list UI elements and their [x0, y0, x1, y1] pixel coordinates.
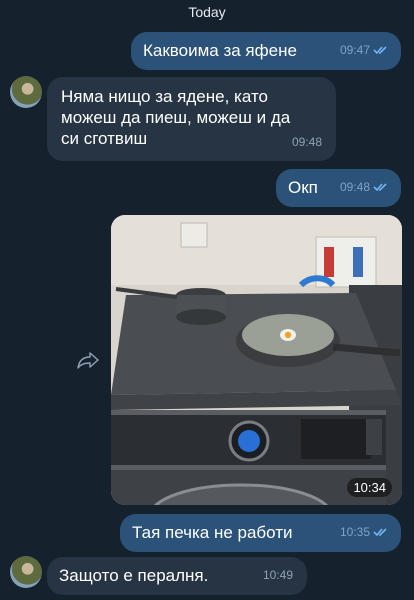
message-time: 09:47	[339, 43, 370, 57]
date-separator: Today	[188, 4, 226, 20]
message-meta: 09:48	[340, 177, 389, 198]
message-meta: 09:47	[340, 40, 389, 61]
avatar[interactable]	[10, 76, 42, 108]
message-outgoing[interactable]: Каквоима за яфене 09:47	[131, 32, 401, 70]
message-text: Защото е пералня.	[59, 566, 209, 585]
message-outgoing[interactable]: Тая печка не работи 10:35	[120, 514, 401, 552]
double-check-icon	[373, 183, 387, 192]
photo-message[interactable]: 10:34	[111, 215, 402, 505]
message-time: 10:35	[339, 525, 370, 539]
message-text: Окп	[288, 178, 318, 197]
message-time: 09:48	[291, 135, 322, 149]
message-time: 10:34	[347, 478, 392, 497]
share-icon[interactable]	[76, 350, 100, 370]
message-text: Каквоима за яфене	[143, 41, 297, 60]
message-text: Тая печка не работи	[132, 523, 293, 542]
double-check-icon	[373, 46, 387, 55]
message-incoming[interactable]: Защото е пералня. 10:49	[47, 557, 307, 595]
double-check-icon	[373, 528, 387, 537]
washing-machine-photo	[111, 215, 402, 505]
message-incoming[interactable]: Няма нищо за ядене, като можеш да пиеш, …	[47, 77, 336, 161]
message-text: Няма нищо за ядене, като можеш да пиеш, …	[61, 87, 291, 148]
message-time: 09:48	[339, 180, 370, 194]
avatar[interactable]	[10, 556, 42, 588]
message-outgoing[interactable]: Окп 09:48	[276, 169, 401, 207]
message-meta: 10:35	[340, 522, 389, 543]
message-time: 10:49	[262, 568, 293, 582]
